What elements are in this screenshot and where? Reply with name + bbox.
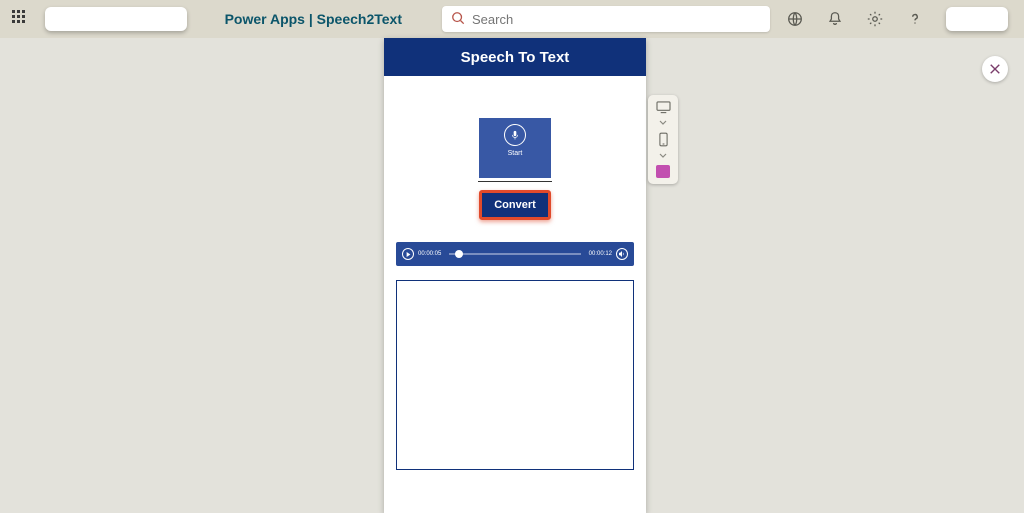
audio-player: 00:00:05 00:00:12: [396, 242, 634, 266]
microphone-label: Start: [479, 150, 551, 157]
app-title: Power Apps | Speech2Text: [225, 11, 402, 27]
close-button[interactable]: [982, 56, 1008, 82]
mic-underline: [478, 181, 552, 182]
play-button[interactable]: [402, 248, 414, 260]
convert-button[interactable]: Convert: [482, 193, 548, 217]
search-icon: [451, 11, 465, 25]
settings-icon[interactable]: [866, 10, 884, 28]
environment-pill[interactable]: [45, 7, 187, 31]
page-canvas: Speech To Text Start Convert 00:00:05: [0, 38, 1024, 513]
search-wrap: [442, 6, 770, 32]
audio-thumb[interactable]: [455, 250, 463, 258]
convert-highlight: Convert: [479, 190, 551, 220]
device-phone[interactable]: [655, 132, 671, 147]
audio-current-time: 00:00:05: [418, 251, 441, 257]
microphone-icon: [504, 124, 526, 146]
app-launcher-icon[interactable]: [12, 10, 29, 28]
help-icon[interactable]: [906, 10, 924, 28]
chevron-down-icon[interactable]: [655, 153, 671, 159]
environment-icon[interactable]: [786, 10, 804, 28]
audio-track[interactable]: [449, 253, 580, 255]
device-switcher: [648, 95, 678, 184]
header-icons: [786, 7, 1008, 31]
output-textbox[interactable]: [396, 280, 634, 470]
microphone-control[interactable]: Start: [479, 118, 551, 178]
device-desktop[interactable]: [655, 101, 671, 114]
header-bar: Power Apps | Speech2Text: [0, 0, 1024, 38]
chevron-down-icon[interactable]: [655, 120, 671, 126]
audio-total-time: 00:00:12: [589, 251, 612, 257]
search-input[interactable]: [442, 6, 770, 32]
volume-button[interactable]: [616, 248, 628, 260]
phone-preview: Speech To Text Start Convert 00:00:05: [384, 38, 646, 513]
app-screen-title: Speech To Text: [384, 38, 646, 76]
user-pill[interactable]: [946, 7, 1008, 31]
notifications-icon[interactable]: [826, 10, 844, 28]
device-orientation[interactable]: [655, 165, 671, 178]
